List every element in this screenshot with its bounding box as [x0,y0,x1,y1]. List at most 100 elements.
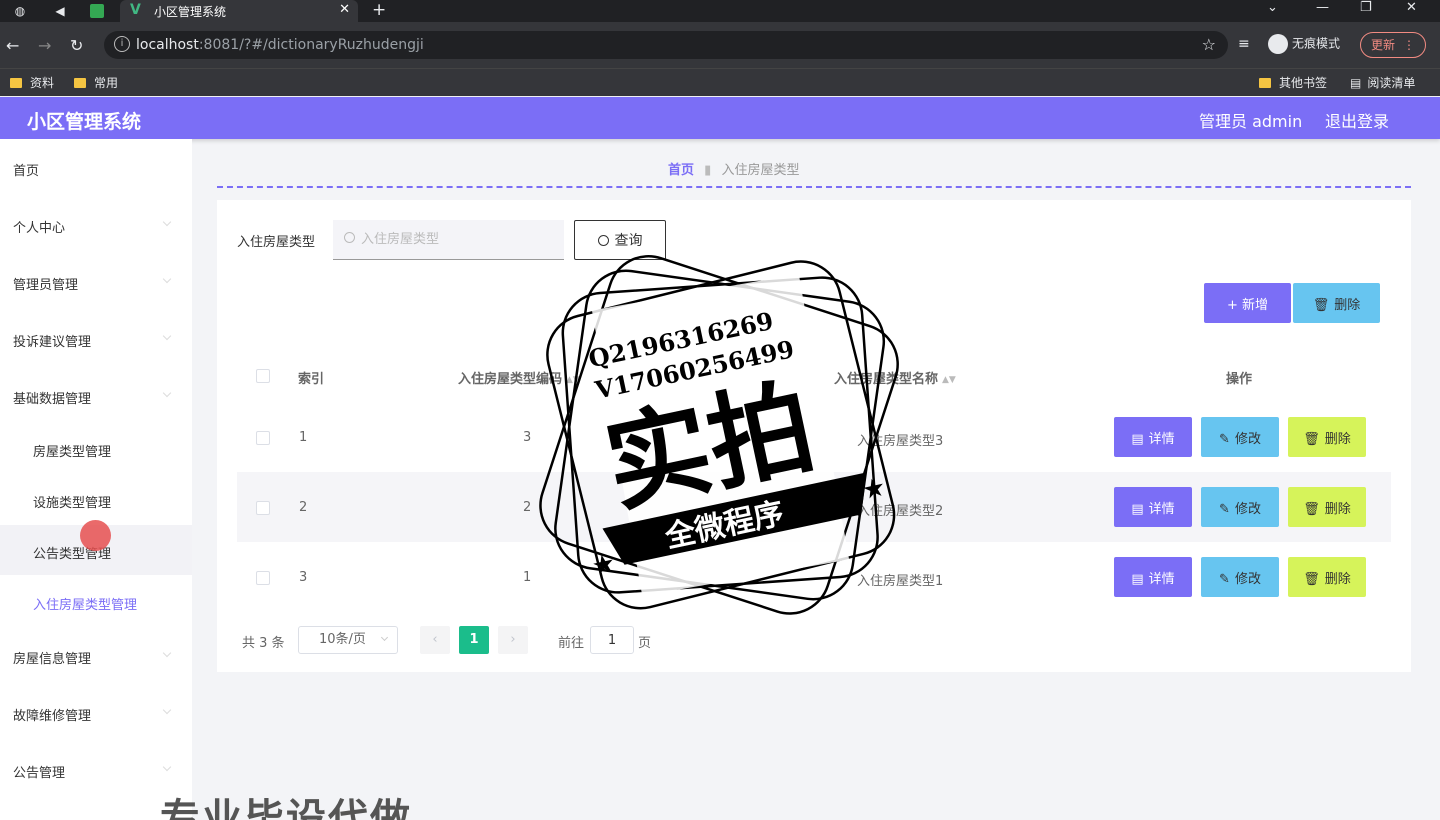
cell-code: 1 [523,570,532,585]
incognito-indicator[interactable]: 无痕模式 [1268,34,1340,54]
folder-icon [1259,78,1271,88]
maximize-icon[interactable]: ❐ [1360,0,1372,15]
sidebar-item-repair[interactable]: 故障维修管理 [0,687,192,737]
sidebar-item-house-info[interactable]: 房屋信息管理 [0,630,192,680]
bookmark-folder-other[interactable]: 其他书签 [1259,74,1327,91]
add-button[interactable]: + 新增 [1204,283,1291,323]
globe-icon[interactable]: ◍ [12,3,28,19]
bookmark-folder-changyong[interactable]: 常用 [74,74,118,91]
breadcrumb: 首页 ▮ 入住房屋类型 [668,159,799,178]
select-all-checkbox[interactable] [256,369,270,383]
cell-name: 入住房屋类型2 [857,504,944,519]
chevron-down-icon [162,217,172,227]
site-info-icon[interactable]: i [114,36,130,52]
sidebar-item-home[interactable]: 首页 [0,142,192,192]
browser-tab-title: 小区管理系统 [154,5,227,19]
sidebar: 首页 个人中心 管理员管理 投诉建议管理 基础数据管理 房屋类型管理 设施类型管… [0,139,192,820]
close-window-icon[interactable]: ✕ [1406,0,1417,15]
admin-user-label: 管理员 admin [1199,112,1303,131]
column-index: 索引 [298,372,325,387]
chevron-up-icon [162,388,172,398]
page-number-current[interactable]: 1 [459,626,489,654]
cell-name: 入住房屋类型3 [857,434,944,449]
logout-link[interactable]: 退出登录 [1325,108,1389,132]
detail-button[interactable]: ▤ 详情 [1114,417,1192,457]
url-host: localhost [136,37,199,53]
chevron-down-icon [162,648,172,658]
forward-icon[interactable]: → [38,36,51,55]
breadcrumb-current: 入住房屋类型 [721,163,800,178]
new-tab-icon[interactable]: + [372,0,386,20]
row-checkbox[interactable] [256,501,270,515]
pencil-icon: ✎ [1219,431,1230,447]
detail-button[interactable]: ▤ 详情 [1114,487,1192,527]
browser-tab-bar: ◍ ◀ V 小区管理系统 ✕ + ⌄ — ❐ ✕ [0,0,1440,22]
click-indicator [80,520,111,551]
cell-index: 1 [299,430,308,445]
close-tab-icon[interactable]: ✕ [339,2,350,17]
row-checkbox[interactable] [256,431,270,445]
edit-button[interactable]: ✎ 修改 [1201,557,1279,597]
document-icon: ▤ [1131,431,1144,447]
pencil-icon: ✎ [1219,571,1230,587]
batch-delete-button[interactable]: 🗑 删除 [1293,283,1380,323]
trash-icon: 🗑 [1303,571,1320,587]
prev-page-button[interactable]: ‹ [420,626,450,654]
reload-icon[interactable]: ↻ [70,36,83,55]
document-icon: ▤ [1131,571,1144,587]
search-button[interactable]: 查询 [574,220,666,260]
trash-icon: 🗑 [1303,431,1320,447]
bookmark-folder-ziliao[interactable]: 资料 [10,74,54,91]
app-header: 小区管理系统 管理员 admin 退出登录 [0,97,1440,139]
sidebar-item-personal-center[interactable]: 个人中心 [0,199,192,249]
bottom-overlay-text: 专业毕设代做 [160,796,412,820]
delete-button[interactable]: 🗑 删除 [1288,487,1366,527]
more-menu-icon[interactable]: ⋮ [1403,33,1415,57]
sheet-tab-icon[interactable] [90,4,104,18]
tab-search-icon[interactable]: ⌄ [1267,0,1278,15]
back-icon[interactable]: ← [6,36,19,55]
column-code[interactable]: 入住房屋类型编码 ▲▼ [458,368,580,387]
sidebar-item-house-type[interactable]: 房屋类型管理 [0,423,192,473]
reading-list-link[interactable]: ▤ 阅读清单 [1350,74,1415,91]
sort-icon[interactable]: ▲▼ [566,375,580,385]
row-checkbox[interactable] [256,571,270,585]
sidebar-item-checkin-house-type[interactable]: 入住房屋类型管理 [0,576,192,626]
folder-icon [10,78,22,88]
pagination: 共 3 条 10条/页 ‹ 1 › 前往 页 [242,626,682,654]
url-field[interactable]: i localhost:8081/?#/dictionaryRuzhudengj… [104,31,1228,59]
bookmark-star-icon[interactable]: ☆ [1202,35,1216,54]
delete-button[interactable]: 🗑 删除 [1288,557,1366,597]
delete-button[interactable]: 🗑 删除 [1288,417,1366,457]
chevron-down-icon [162,331,172,341]
table-row: 1 3 入住房屋类型3 ▤ 详情 ✎ 修改 🗑 删除 [237,402,1391,472]
goto-label: 前往 [558,636,585,651]
sort-icon[interactable]: ▲▼ [942,375,956,385]
trash-icon: 🗑 [1312,297,1330,313]
detail-button[interactable]: ▤ 详情 [1114,557,1192,597]
sidebar-item-admin-management[interactable]: 管理员管理 [0,256,192,306]
cell-code: 3 [523,430,532,445]
sidebar-item-complaints[interactable]: 投诉建议管理 [0,313,192,363]
edit-button[interactable]: ✎ 修改 [1201,487,1279,527]
edit-button[interactable]: ✎ 修改 [1201,417,1279,457]
next-page-button[interactable]: › [498,626,528,654]
update-button[interactable]: 更新 ⋮ [1360,32,1426,58]
incognito-avatar-icon [1268,34,1288,54]
search-input[interactable] [333,220,564,260]
cell-code: 2 [523,500,532,515]
breadcrumb-home[interactable]: 首页 [668,163,694,178]
speaker-icon[interactable]: ◀ [52,3,68,19]
sidebar-item-facility-type[interactable]: 设施类型管理 [0,474,192,524]
browser-tab-active[interactable]: V 小区管理系统 ✕ [120,0,358,22]
document-icon: ▤ [1131,501,1144,517]
column-actions: 操作 [1226,372,1253,387]
trash-icon: 🗑 [1303,501,1320,517]
page-size-select[interactable]: 10条/页 [298,626,398,654]
sidebar-item-basic-data[interactable]: 基础数据管理 [0,370,192,420]
goto-page-input[interactable] [590,626,634,654]
column-name[interactable]: 入住房屋类型名称 ▲▼ [834,368,956,387]
reading-list-icon[interactable]: ≡ [1238,36,1250,52]
cell-index: 3 [299,570,308,585]
minimize-icon[interactable]: — [1316,0,1329,15]
